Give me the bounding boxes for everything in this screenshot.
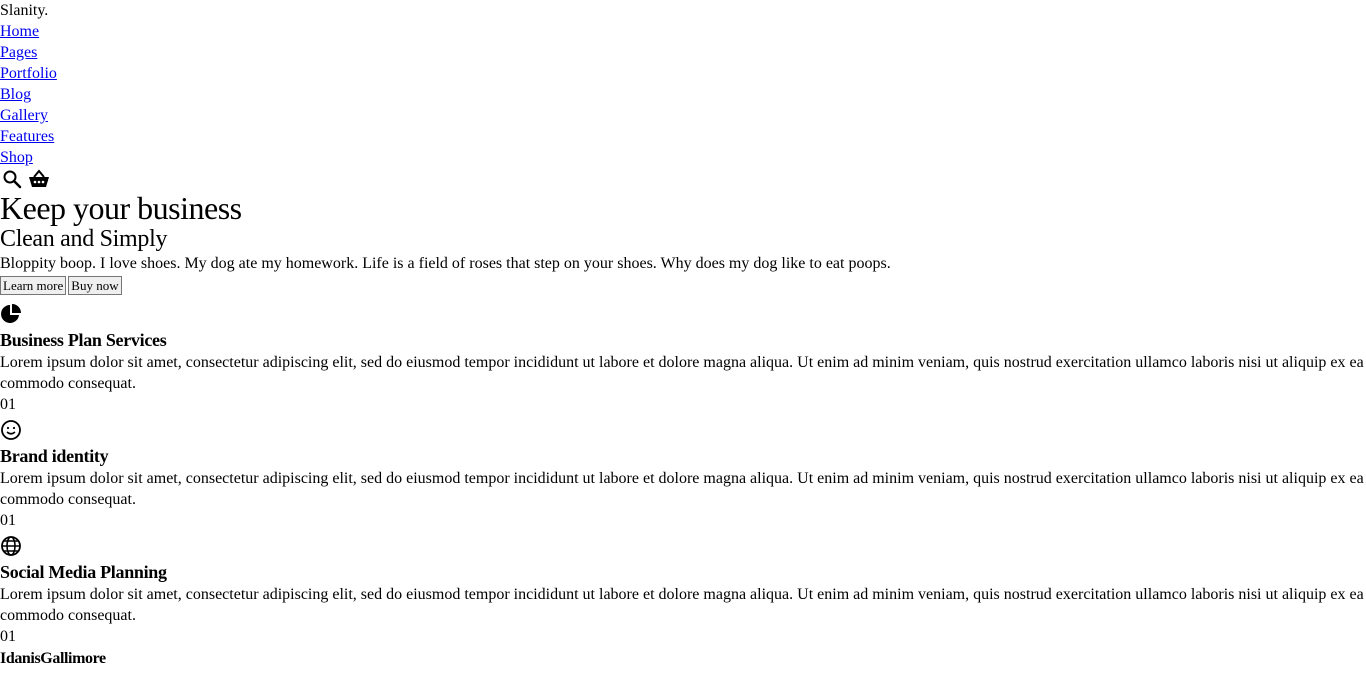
nav-item-home[interactable]: Home <box>0 21 1366 42</box>
service-brand-identity: Brand identity Lorem ipsum dolor sit ame… <box>0 415 1366 531</box>
main-nav: Home Pages Portfolio Blog Gallery Featur… <box>0 21 1366 168</box>
service-business-plan: Business Plan Services Lorem ipsum dolor… <box>0 299 1366 415</box>
service-text: Lorem ipsum dolor sit amet, consectetur … <box>0 354 1364 392</box>
nav-item-gallery[interactable]: Gallery <box>0 105 1366 126</box>
nav-item-features[interactable]: Features <box>0 126 1366 147</box>
nav-item-portfolio[interactable]: Portfolio <box>0 63 1366 84</box>
smiley-icon <box>0 415 1366 444</box>
globe-icon <box>0 531 1366 560</box>
service-number: 01 <box>0 396 16 413</box>
basket-icon[interactable] <box>28 169 50 189</box>
search-icon[interactable] <box>2 169 22 189</box>
service-number: 01 <box>0 512 16 529</box>
header-icons <box>0 168 1366 190</box>
learn-more-button[interactable]: Learn more <box>0 276 67 295</box>
pie-chart-icon <box>0 299 1366 328</box>
hero-buttons: Learn more Buy now <box>0 276 1366 299</box>
service-title: Social Media Planning <box>0 562 167 582</box>
nav-item-blog[interactable]: Blog <box>0 84 1366 105</box>
service-text: Lorem ipsum dolor sit amet, consectetur … <box>0 470 1364 508</box>
service-number: 01 <box>0 628 16 645</box>
brand-logo: Slanity. <box>0 2 49 19</box>
nav-item-pages[interactable]: Pages <box>0 42 1366 63</box>
service-title: Business Plan Services <box>0 330 167 350</box>
service-text: Lorem ipsum dolor sit amet, consectetur … <box>0 586 1364 624</box>
buy-now-button[interactable]: Buy now <box>68 276 122 295</box>
nav-item-shop[interactable]: Shop <box>0 147 1366 168</box>
service-social-media: Social Media Planning Lorem ipsum dolor … <box>0 531 1366 647</box>
hero-text: Bloppity boop. I love shoes. My dog ate … <box>0 255 891 272</box>
service-title: Brand identity <box>0 446 109 466</box>
hero-title: Keep your business <box>0 190 242 226</box>
author-name: IdanisGallimore <box>0 650 106 667</box>
hero-subtitle: Clean and Simply <box>0 226 168 252</box>
